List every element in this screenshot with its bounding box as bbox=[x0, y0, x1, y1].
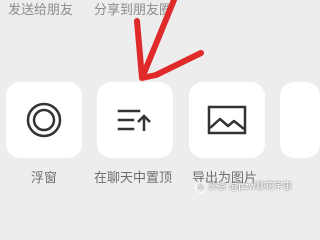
export-as-image-button[interactable] bbox=[189, 82, 265, 158]
pin-to-top-label: 在聊天中置顶 bbox=[94, 171, 173, 186]
toutiao-logo-icon: 头 bbox=[195, 182, 207, 193]
more-action-button[interactable] bbox=[280, 82, 320, 158]
watermark: 头 头条 @pzw聊花宇宙 bbox=[195, 182, 292, 193]
share-to-moments-label[interactable]: 分享到朋友圈 bbox=[94, 2, 172, 20]
floating-window-button[interactable] bbox=[6, 82, 82, 158]
image-icon bbox=[207, 104, 247, 136]
floating-window-label: 浮窗 bbox=[31, 171, 58, 186]
pin-to-top-button[interactable] bbox=[97, 82, 173, 158]
floating-window-icon bbox=[24, 100, 64, 140]
send-to-friend-label[interactable]: 发送给朋友 bbox=[8, 2, 73, 20]
pin-to-top-icon bbox=[117, 106, 153, 134]
watermark-text: 头条 @pzw聊花宇宙 bbox=[208, 182, 292, 192]
